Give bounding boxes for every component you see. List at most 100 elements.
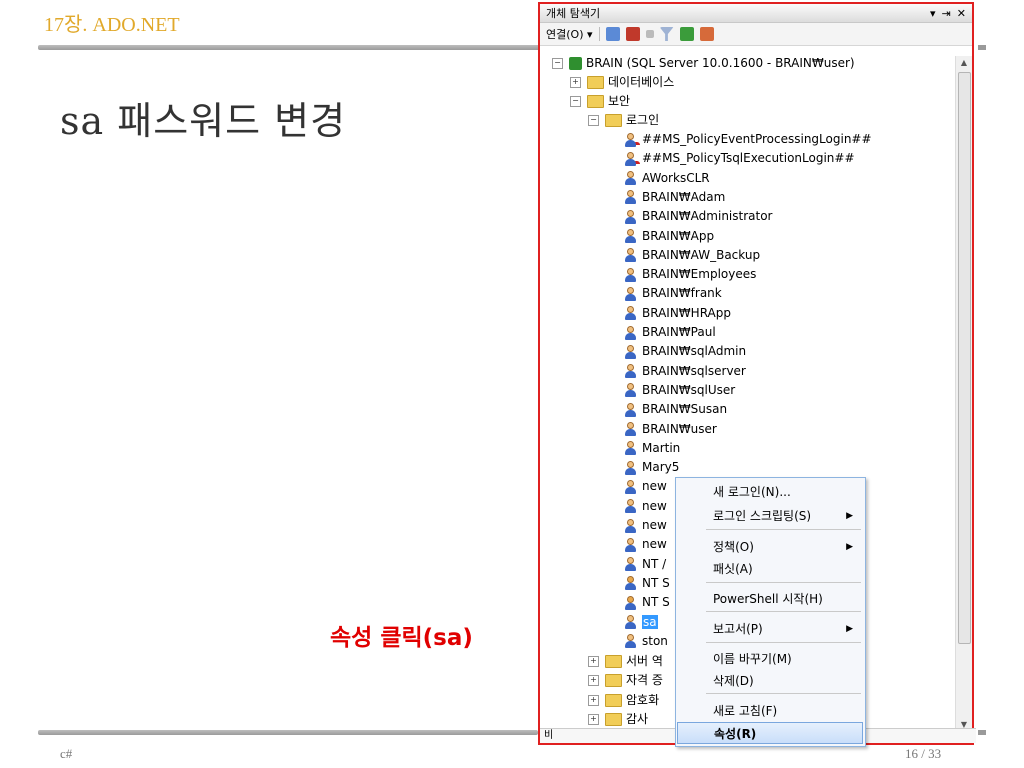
tree-node-folder[interactable]: + 암호화 [588,691,659,710]
dropdown-icon[interactable]: ▾ [930,7,936,20]
login-item[interactable]: BRAIN₩sqlserver [624,362,746,381]
login-label: Mary5 [642,460,680,475]
connect-object-icon[interactable] [605,27,620,41]
login-user-icon [624,286,637,301]
login-item[interactable]: ##MS_PolicyTsqlExecutionLogin## [624,149,855,168]
login-item[interactable]: BRAIN₩Employees [624,265,756,284]
filter-icon[interactable] [659,27,674,41]
pin-icon[interactable]: ⇥ [942,7,951,20]
login-item[interactable]: BRAIN₩sqlUser [624,381,735,400]
login-item[interactable]: new [624,477,667,496]
login-item[interactable]: BRAIN₩user [624,420,717,439]
tree-node-folder[interactable]: + 자격 증 [588,671,663,690]
collapse-icon[interactable]: − [588,115,599,126]
login-user-icon [624,441,637,456]
login-label: BRAIN₩Administrator [642,209,773,224]
login-label: ston [642,633,668,648]
login-item[interactable]: BRAIN₩Susan [624,400,727,419]
folder-icon [587,95,604,108]
login-user-icon [624,209,637,224]
login-user-icon [624,499,637,514]
login-item[interactable]: BRAIN₩Adam [624,188,725,207]
expand-icon[interactable]: + [588,656,599,667]
login-item[interactable]: NT S [624,593,670,612]
context-menu-item[interactable]: 새 로그인(N)... [677,481,863,503]
login-item[interactable]: BRAIN₩HRApp [624,304,731,323]
connect-button[interactable]: 연결(O) ▾ [546,26,593,42]
login-user-icon [624,325,637,340]
login-item[interactable]: new [624,497,667,516]
top-divider [38,45,548,50]
expand-icon[interactable]: + [588,675,599,687]
collapse-icon[interactable]: − [570,96,581,107]
tree-node-logins[interactable]: − 로그인 [588,111,659,130]
collapse-icon[interactable]: − [552,58,563,69]
tree-node-security[interactable]: − 보안 [570,92,630,111]
login-user-icon [624,344,637,359]
context-menu: 새 로그인(N)... 로그인 스크립팅(S) ▶ 정책(O) ▶ 패싯(A) PowerS… [675,477,866,747]
vertical-scrollbar[interactable]: ▲ ▼ [955,56,972,732]
bottom-divider-end [978,730,986,735]
login-user-icon [624,422,637,436]
login-item[interactable]: ston [624,632,668,651]
tree-node-databases[interactable]: + 데이터베이스 [570,73,674,92]
login-item-sa[interactable]: sa [624,613,658,632]
login-item[interactable]: NT S [624,574,670,593]
stop-icon[interactable] [645,30,654,38]
tree-node-server[interactable]: − BRAIN (SQL Server 10.0.1600 - BRAIN₩use… [552,54,855,73]
scrollbar-thumb[interactable] [958,72,971,644]
login-item[interactable]: BRAIN₩App [624,227,714,246]
tree-node-folder[interactable]: + 감사 [588,710,648,729]
login-label: BRAIN₩sqlserver [642,363,746,378]
expand-icon[interactable]: + [588,713,599,725]
summary-icon[interactable] [699,27,714,41]
login-label: BRAIN₩Susan [642,402,728,417]
context-menu-item[interactable]: 보고서(P) ▶ [677,618,863,640]
login-label: ##MS_PolicyEventProcessingLogin## [642,132,872,146]
login-label: BRAIN₩Paul [642,325,716,339]
context-menu-item[interactable]: 이름 바꾸기(M) [677,648,863,670]
menu-item-label: 새 로그인(N)... [713,485,791,499]
login-label: BRAIN₩frank [642,286,722,301]
login-item[interactable]: AWorksCLR [624,169,710,188]
login-user-icon [624,518,637,533]
login-item[interactable]: new [624,535,667,554]
folder-label: 암호화 [626,692,660,707]
scroll-up-icon[interactable]: ▲ [956,56,972,70]
folder-icon [605,655,622,668]
expand-icon[interactable]: + [570,77,581,88]
login-item[interactable]: BRAIN₩AW_Backup [624,246,760,265]
context-menu-item[interactable]: 로그인 스크립팅(S) ▶ [677,505,863,527]
refresh-icon[interactable] [679,27,694,41]
context-menu-item[interactable]: 삭제(D) [677,670,863,692]
context-menu-item[interactable]: 새로 고침(F) [677,700,863,722]
login-item[interactable]: BRAIN₩frank [624,284,722,303]
context-menu-item[interactable]: 정책(O) ▶ [677,536,863,558]
login-item[interactable]: NT / [624,555,666,574]
menu-item-label: 이름 바꾸기(M) [713,652,792,666]
login-item[interactable]: BRAIN₩sqlAdmin [624,342,746,361]
menu-item-label: 정책(O) [713,540,754,554]
login-item[interactable]: BRAIN₩Administrator [624,207,772,226]
login-item[interactable]: BRAIN₩Paul [624,323,716,342]
folder-icon [605,674,622,688]
close-icon[interactable]: ✕ [957,7,966,20]
login-item[interactable]: Martin [624,439,680,458]
login-label: BRAIN₩App [642,228,715,243]
login-label: new [642,518,667,532]
login-item[interactable]: Mary5 [624,458,679,477]
login-user-icon [624,634,637,649]
context-menu-item[interactable]: PowerShell 시작(H) [677,588,863,610]
login-item[interactable]: new [624,516,667,535]
menu-item-label: 패싯(A) [713,562,753,576]
login-label: Martin [642,440,681,455]
expand-icon[interactable]: + [588,694,599,706]
login-item[interactable]: ##MS_PolicyEventProcessingLogin## [624,130,872,149]
login-label: BRAIN₩Adam [642,189,726,204]
tree-node-folder[interactable]: + 서버 역 [588,652,663,671]
disconnect-icon[interactable] [625,27,640,41]
context-menu-item[interactable]: 패싯(A) [677,558,863,580]
menu-item-label: PowerShell 시작(H) [713,592,823,606]
login-user-icon [624,402,637,417]
context-menu-item[interactable]: 속성(R) [677,722,863,744]
